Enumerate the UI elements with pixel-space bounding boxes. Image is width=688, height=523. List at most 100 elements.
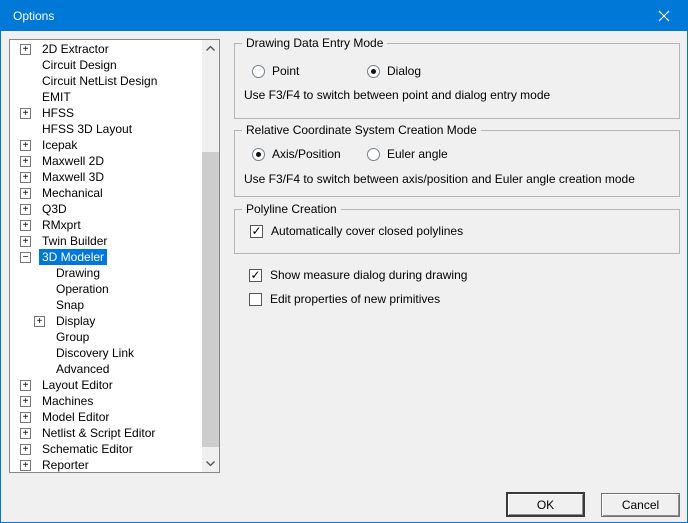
plus-box-icon[interactable]: + [20, 235, 31, 247]
plus-box-icon[interactable]: + [20, 203, 31, 215]
plus-box-icon[interactable]: + [34, 315, 45, 327]
tree-item-label[interactable]: Maxwell 3D [39, 169, 107, 185]
tree-item-label[interactable]: RMxprt [39, 217, 84, 233]
tree-item-label[interactable]: Icepak [39, 137, 80, 153]
radio-axis-position-label: Axis/Position [272, 147, 341, 161]
radio-euler-angle[interactable]: Euler angle [367, 147, 448, 161]
window-title: Options [13, 9, 55, 23]
tree-item-label[interactable]: HFSS [39, 105, 77, 121]
tree-item-maxwell-3d[interactable]: + Maxwell 3D [10, 169, 202, 185]
checkbox-unchecked-icon[interactable] [249, 292, 262, 306]
plus-box-icon[interactable]: + [20, 411, 31, 423]
chevron-down-icon[interactable] [202, 455, 219, 472]
plus-box-icon[interactable]: + [20, 171, 31, 183]
plus-box-icon[interactable]: + [20, 443, 31, 455]
plus-box-icon[interactable]: + [20, 395, 31, 407]
tree-item-label[interactable]: Netlist & Script Editor [39, 425, 158, 441]
plus-box-icon[interactable]: + [20, 139, 31, 151]
radio-point[interactable]: Point [252, 64, 299, 78]
tree-item-machines[interactable]: + Machines [10, 393, 202, 409]
tree-item-advanced[interactable]: Advanced [10, 361, 202, 377]
tree-item-label[interactable]: Reporter [39, 457, 92, 472]
tree-item-label[interactable]: 3D Modeler [39, 249, 108, 265]
tree-item-drawing[interactable]: Drawing [10, 265, 202, 281]
tree-body: +2D Extractor Circuit Design Circuit NetLi… [10, 41, 202, 472]
tree-item-display[interactable]: + Display [10, 313, 202, 329]
tree-item-label[interactable]: 2D Extractor [39, 41, 112, 57]
tree-item-discovery-link[interactable]: Discovery Link [10, 345, 202, 361]
group-drawing-data-entry-mode: Drawing Data Entry Mode Point Dialog Use… [234, 36, 680, 119]
tree-item-maxwell-2d[interactable]: + Maxwell 2D [10, 153, 202, 169]
checkbox-cover-closed-polylines[interactable]: ✓ Automatically cover closed polylines [250, 224, 463, 238]
tree-item-emit[interactable]: EMIT [10, 89, 202, 105]
tree-item-q3d[interactable]: + Q3D [10, 201, 202, 217]
tree-item-layout-editor[interactable]: + Layout Editor [10, 377, 202, 393]
tree-item-label[interactable]: Machines [39, 393, 96, 409]
tree-item-hfss[interactable]: + HFSS [10, 105, 202, 121]
tree-item-label[interactable]: Advanced [53, 361, 112, 377]
ok-button[interactable]: OK [506, 492, 585, 517]
radio-dialog[interactable]: Dialog [367, 64, 421, 78]
tree-item-2d-extractor[interactable]: +2D Extractor [10, 41, 202, 57]
tree-item-label[interactable]: Discovery Link [53, 345, 137, 361]
plus-box-icon[interactable]: + [20, 219, 31, 231]
tree-item-label[interactable]: Drawing [53, 265, 103, 281]
tree-item-label[interactable]: Twin Builder [39, 233, 110, 249]
radio-dialog-icon[interactable] [367, 64, 380, 78]
tree-item-label[interactable]: Q3D [39, 201, 70, 217]
titlebar[interactable]: Options [1, 1, 687, 31]
plus-box-icon[interactable]: + [20, 107, 31, 119]
plus-box-icon[interactable]: + [20, 155, 31, 167]
radio-axis-position-icon[interactable] [252, 147, 265, 161]
tree-item-label[interactable]: HFSS 3D Layout [39, 121, 135, 137]
checkbox-checked-icon[interactable]: ✓ [249, 268, 262, 282]
tree-item-label[interactable]: Display [53, 313, 98, 329]
tree-item-operation[interactable]: Operation [10, 281, 202, 297]
radio-axis-position[interactable]: Axis/Position [252, 147, 341, 161]
checkbox-edit-properties[interactable]: Edit properties of new primitives [249, 292, 440, 306]
tree-item-label[interactable]: EMIT [39, 89, 74, 105]
tree-item-label[interactable]: Schematic Editor [39, 441, 136, 457]
chevron-up-icon[interactable] [202, 40, 219, 57]
tree-item-mechanical[interactable]: + Mechanical [10, 185, 202, 201]
tree-item-schematic-editor[interactable]: + Schematic Editor [10, 441, 202, 457]
plus-box-icon[interactable]: + [20, 187, 31, 199]
tree-item-label[interactable]: Group [53, 329, 92, 345]
tree-item-icepak[interactable]: + Icepak [10, 137, 202, 153]
tree-item-reporter[interactable]: + Reporter [10, 457, 202, 472]
tree-item-3d-modeler[interactable]: −3D Modeler [10, 249, 202, 265]
checkbox-label: Show measure dialog during drawing [270, 268, 468, 282]
checkbox-checked-icon[interactable]: ✓ [250, 224, 263, 238]
tree-item-label[interactable]: Maxwell 2D [39, 153, 107, 169]
tree-item-label[interactable]: Mechanical [39, 185, 106, 201]
minus-box-icon[interactable]: − [20, 251, 31, 263]
rcs-mode-note: Use F3/F4 to switch between axis/positio… [244, 172, 635, 186]
tree-item-circuit-design[interactable]: Circuit Design [10, 57, 202, 73]
radio-euler-angle-icon[interactable] [367, 147, 380, 161]
tree-item-label[interactable]: Circuit Design [39, 57, 120, 73]
tree-item-label[interactable]: Snap [53, 297, 87, 313]
checkbox-show-measure-dialog[interactable]: ✓ Show measure dialog during drawing [249, 268, 467, 282]
tree-item-label[interactable]: Model Editor [39, 409, 112, 425]
tree-item-label[interactable]: Layout Editor [39, 377, 116, 393]
radio-point-icon[interactable] [252, 64, 265, 78]
cancel-button[interactable]: Cancel [601, 493, 680, 517]
tree-item-circuit-netlist-design[interactable]: Circuit NetList Design [10, 73, 202, 89]
plus-box-icon[interactable]: + [20, 379, 31, 391]
tree-item-rmxprt[interactable]: + RMxprt [10, 217, 202, 233]
tree-item-group[interactable]: Group [10, 329, 202, 345]
tree-item-twin-builder[interactable]: + Twin Builder [10, 233, 202, 249]
plus-box-icon[interactable]: + [20, 427, 31, 439]
close-icon[interactable] [641, 1, 687, 31]
tree-item-model-editor[interactable]: + Model Editor [10, 409, 202, 425]
tree-item-hfss-3d-layout[interactable]: HFSS 3D Layout [10, 121, 202, 137]
options-category-tree[interactable]: +2D Extractor Circuit Design Circuit NetLi… [9, 39, 220, 473]
tree-item-netlist-script-editor[interactable]: + Netlist & Script Editor [10, 425, 202, 441]
tree-scrollbar[interactable] [202, 40, 219, 472]
scrollbar-thumb[interactable] [202, 152, 219, 447]
tree-item-label[interactable]: Operation [53, 281, 112, 297]
tree-item-label[interactable]: Circuit NetList Design [39, 73, 160, 89]
plus-box-icon[interactable]: + [20, 43, 31, 55]
tree-item-snap[interactable]: Snap [10, 297, 202, 313]
plus-box-icon[interactable]: + [20, 459, 31, 471]
